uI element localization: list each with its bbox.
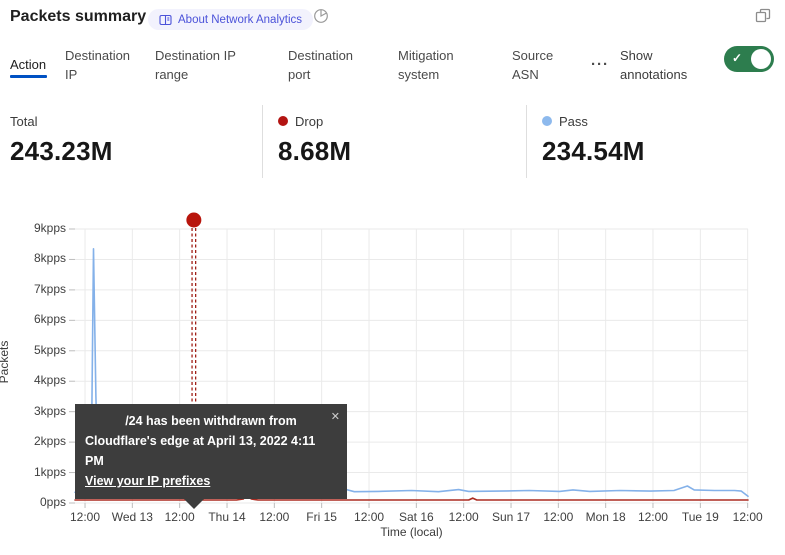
stat-label: Drop xyxy=(295,114,323,129)
divider xyxy=(526,105,527,178)
tab-destination-port[interactable]: Destination port xyxy=(288,46,370,84)
x-axis-title: Time (local) xyxy=(75,525,748,539)
stat-total[interactable]: Total 243.23M xyxy=(10,105,113,167)
y-tick-label: 2kpps xyxy=(0,434,66,448)
x-tick-label: 12:00 xyxy=(718,510,778,524)
summary-stats: Total 243.23M Drop 8.68M Pass 234.54M xyxy=(0,105,785,180)
pass-legend-dot xyxy=(542,116,552,126)
toggle-knob xyxy=(751,49,771,69)
tab-destination-ip[interactable]: Destination IP xyxy=(65,46,137,84)
annotation-tooltip: ✕ /24 has been withdrawn from Cloudflare… xyxy=(75,404,347,499)
y-tick-label: 5kpps xyxy=(0,343,66,357)
check-icon: ✓ xyxy=(732,51,742,65)
stat-label: Pass xyxy=(559,114,588,129)
stat-drop[interactable]: Drop 8.68M xyxy=(278,105,351,167)
show-annotations-toggle[interactable]: ✓ xyxy=(724,46,774,72)
pie-chart-icon[interactable] xyxy=(313,8,329,29)
y-tick-label: 1kpps xyxy=(0,465,66,479)
stat-value: 243.23M xyxy=(10,136,113,167)
tooltip-caret xyxy=(184,499,204,509)
page-title: Packets summary xyxy=(10,8,146,26)
more-tabs-ellipsis-icon[interactable]: ··· xyxy=(591,56,609,73)
packets-time-series-chart: Packets 9kpps8kpps7kpps6kpps5kpps4kpps3k… xyxy=(0,195,785,555)
tooltip-line2: Cloudflare's edge at April 13, 2022 4:11… xyxy=(85,431,337,471)
tab-mitigation-system[interactable]: Mitigation system xyxy=(398,46,478,84)
active-tab-underline xyxy=(10,75,47,78)
y-tick-label: 4kpps xyxy=(0,373,66,387)
about-network-analytics-badge[interactable]: About Network Analytics xyxy=(148,9,313,30)
drop-legend-dot xyxy=(278,116,288,126)
tab-source-asn[interactable]: Source ASN xyxy=(512,46,572,84)
y-tick-label: 8kpps xyxy=(0,251,66,265)
badge-label: About Network Analytics xyxy=(178,14,302,26)
open-in-new-window-icon[interactable] xyxy=(755,8,771,29)
dimension-tab-bar: Action Destination IP Destination IP ran… xyxy=(0,44,785,96)
tooltip-line1: /24 has been withdrawn from xyxy=(85,411,337,431)
close-icon[interactable]: ✕ xyxy=(331,407,340,427)
stat-pass[interactable]: Pass 234.54M xyxy=(542,105,645,167)
divider xyxy=(262,105,263,178)
tab-destination-ip-range[interactable]: Destination IP range xyxy=(155,46,250,84)
book-icon xyxy=(159,14,172,26)
y-tick-label: 0pps xyxy=(0,495,66,509)
view-ip-prefixes-link[interactable]: View your IP prefixes xyxy=(85,474,210,488)
stat-label: Total xyxy=(10,114,37,129)
y-tick-label: 6kpps xyxy=(0,312,66,326)
chart-canvas xyxy=(0,195,785,555)
stat-value: 234.54M xyxy=(542,136,645,167)
stat-value: 8.68M xyxy=(278,136,351,167)
tab-action[interactable]: Action xyxy=(10,55,46,74)
y-tick-label: 7kpps xyxy=(0,282,66,296)
y-tick-label: 3kpps xyxy=(0,404,66,418)
y-tick-label: 9kpps xyxy=(0,221,66,235)
annotation-marker-dot[interactable] xyxy=(186,213,201,228)
show-annotations-label: Show annotations xyxy=(620,46,712,84)
